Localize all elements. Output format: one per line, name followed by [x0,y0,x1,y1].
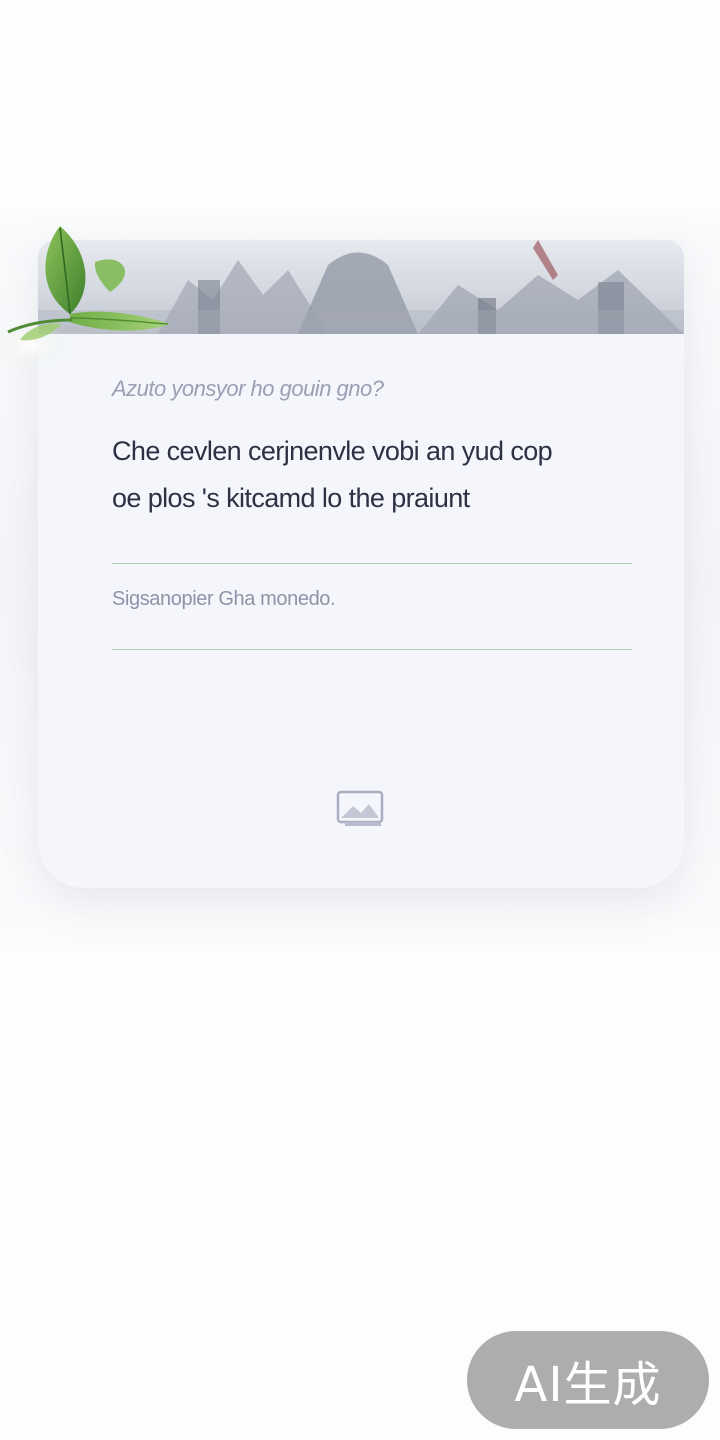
image-icon[interactable] [335,788,387,830]
card-note: Sigsanopier Gha monedo. [112,588,336,610]
green-leaf-icon [0,222,180,372]
divider-top [112,563,632,564]
divider-bottom [112,649,632,650]
card-body: Azuto yonsyor ho gouin gno? Che cevlen c… [112,376,632,522]
card-subtitle: Azuto yonsyor ho gouin gno? [112,376,384,401]
page: Azuto yonsyor ho gouin gno? Che cevlen c… [0,0,720,1440]
main-text-line-1: Che cevlen cerjnenvle vobi an yud cop [112,436,553,466]
ai-generated-badge: AI生成 [467,1331,709,1429]
card-main-text: Che cevlen cerjnenvle vobi an yud cop oe… [112,428,632,522]
main-text-line-2: oe plos 's kitcamd lo the praiunt [112,483,470,513]
